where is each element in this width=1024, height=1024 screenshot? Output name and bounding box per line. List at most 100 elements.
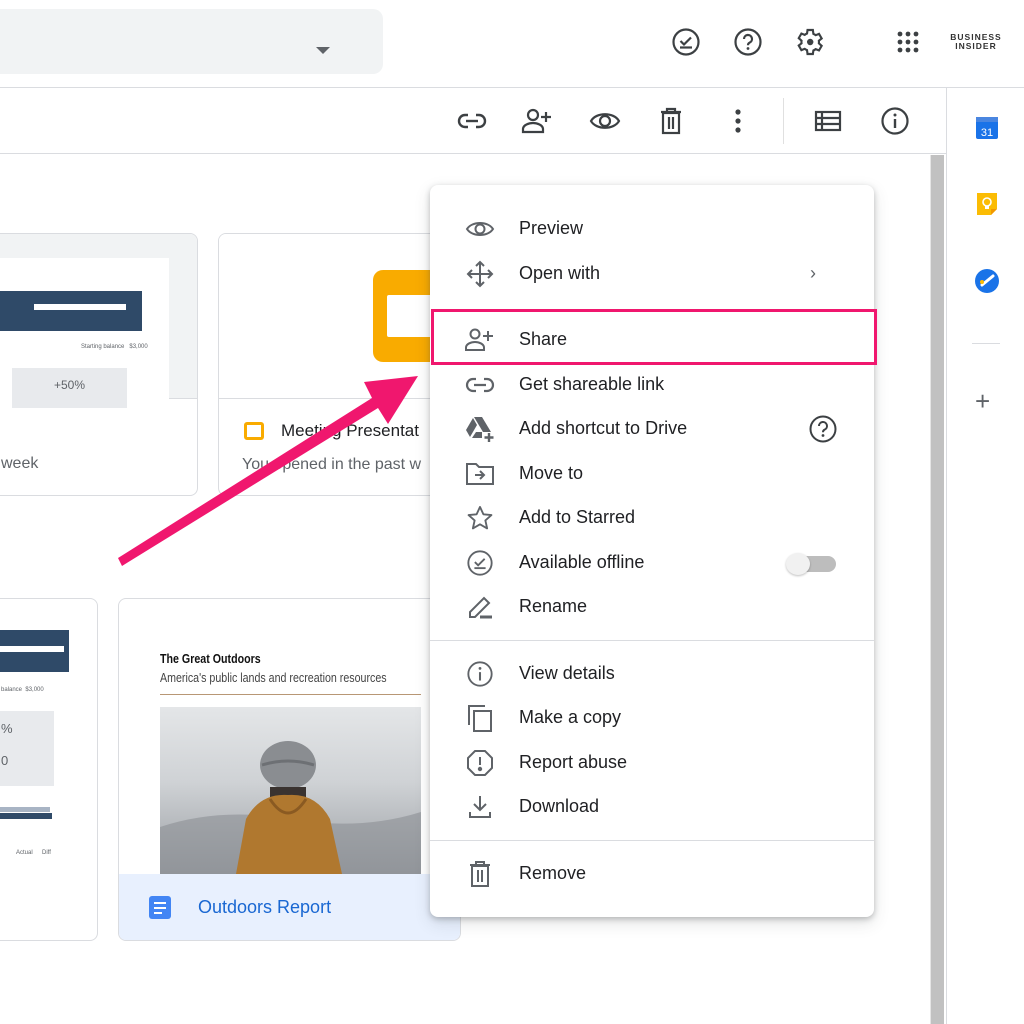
settings-icon[interactable] [791,24,827,60]
context-menu: Preview Open with › Share Get shareable … [430,185,874,917]
calendar-app-icon[interactable]: 31 [974,115,1000,141]
slides-icon [244,422,264,440]
side-panel: 31 + [946,88,1024,1024]
apps-grid-icon[interactable] [890,24,926,60]
file-subtitle: week [1,455,39,472]
search-box[interactable] [0,9,383,74]
menu-item-preview[interactable]: Preview [430,207,874,251]
add-addon-button[interactable]: + [975,388,990,414]
menu-item-label: Make a copy [519,707,622,727]
menu-item-available-offline[interactable]: Available offline [430,541,874,585]
menu-item-label: Available offline [519,552,645,572]
open-with-icon [464,260,496,288]
preview-text: Starting balance $3,000 [81,344,148,350]
details-icon[interactable] [877,103,913,139]
preview-col-header: Diff [42,850,51,856]
offline-toggle[interactable] [786,553,838,575]
toolbar-divider [783,98,784,144]
menu-item-label: Get shareable link [519,374,665,394]
tasks-app-icon[interactable] [974,268,1000,294]
toggle-knob [786,553,810,575]
menu-divider [430,640,874,641]
file-title: Outdoors Report [198,897,332,917]
pencil-icon [464,594,496,620]
menu-item-get-shareable-link[interactable]: Get shareable link [430,363,874,407]
menu-item-label: Report abuse [519,752,628,772]
menu-item-move-to[interactable]: Move to [430,452,874,496]
offline-check-icon [464,550,496,576]
menu-item-download[interactable]: Download [430,785,874,829]
preview-banner [0,630,69,672]
preview-stat: % [1,721,13,736]
menu-item-rename[interactable]: Rename [430,585,874,629]
person-add-icon [464,327,496,353]
offline-ready-icon[interactable] [668,24,704,60]
menu-item-share[interactable]: Share [430,318,874,362]
menu-item-label: Download [519,796,600,816]
preview-stat: +50% [54,378,86,392]
menu-item-label: Remove [519,863,587,883]
preview-text: balance $3,000 [1,687,44,693]
preview-stat-box: % 0 [0,711,54,786]
file-card[interactable]: balance $3,000 % 0 Actual Diff [0,598,98,941]
file-card[interactable]: Starting balance $3,000 +50% week [0,233,198,496]
report-icon [464,750,496,776]
menu-item-report-abuse[interactable]: Report abuse [430,741,874,785]
file-card[interactable]: Meeting Presentat You opened in the past… [218,233,458,496]
eye-icon [464,216,496,242]
menu-item-add-shortcut-to-drive[interactable]: Add shortcut to Drive [430,407,874,451]
chevron-right-icon: › [810,263,816,283]
file-card-outdoors-report[interactable]: The Great Outdoors America's public land… [118,598,461,941]
help-icon[interactable] [730,24,766,60]
menu-item-label: Open with [519,263,601,283]
thumb-heading: The Great Outdoors [160,651,261,666]
trash-icon[interactable] [653,103,689,139]
menu-item-label: Preview [519,218,584,238]
help-icon[interactable] [808,414,838,449]
drive-shortcut-icon [464,416,496,442]
menu-item-open-with[interactable]: Open with › [430,252,874,296]
preview-bar [0,807,50,812]
info-icon [464,661,496,687]
menu-item-label: View details [519,663,615,683]
menu-item-label: Rename [519,596,588,616]
watermark-line-2: INSIDER [955,41,997,51]
file-thumbnail: Starting balance $3,000 +50% [0,234,197,408]
list-view-icon[interactable] [810,103,846,139]
file-title: Meeting Presentat [281,421,419,440]
sheet-preview: Starting balance $3,000 +50% [0,258,169,408]
menu-item-label: Share [519,329,568,349]
top-bar: BUSINESS INSIDER [0,0,1024,88]
keep-app-icon[interactable] [974,191,1000,217]
menu-item-remove[interactable]: Remove [430,852,874,896]
download-icon [464,794,496,820]
file-card-footer: Outdoors Report [119,874,460,940]
preview-input [0,646,64,652]
get-link-icon[interactable] [454,103,490,139]
share-icon[interactable] [520,103,556,139]
more-actions-icon[interactable] [720,103,756,139]
preview-col-header: Actual [16,850,33,856]
preview-stat-box: +50% [12,368,127,408]
caret-down-icon[interactable] [316,47,330,54]
file-thumbnail [219,234,457,399]
calendar-date: 31 [981,127,993,139]
menu-divider [430,840,874,841]
menu-item-add-to-starred[interactable]: Add to Starred [430,496,874,540]
menu-item-view-details[interactable]: View details [430,652,874,696]
link-icon [464,372,496,398]
trash-icon [464,861,496,887]
file-toolbar [0,88,946,154]
menu-item-label: Add to Starred [519,507,636,527]
thumb-subheading: America's public lands and recreation re… [160,670,387,685]
preview-input [34,304,126,310]
preview-icon[interactable] [587,103,623,139]
thumb-photo [160,707,421,874]
file-subtitle: You opened in the past w [242,456,422,473]
star-icon [464,505,496,531]
menu-item-make-a-copy[interactable]: Make a copy [430,696,874,740]
move-folder-icon [464,461,496,487]
thumb-rule [160,694,421,695]
preview-banner [0,291,142,331]
scrollbar[interactable] [930,155,944,1024]
